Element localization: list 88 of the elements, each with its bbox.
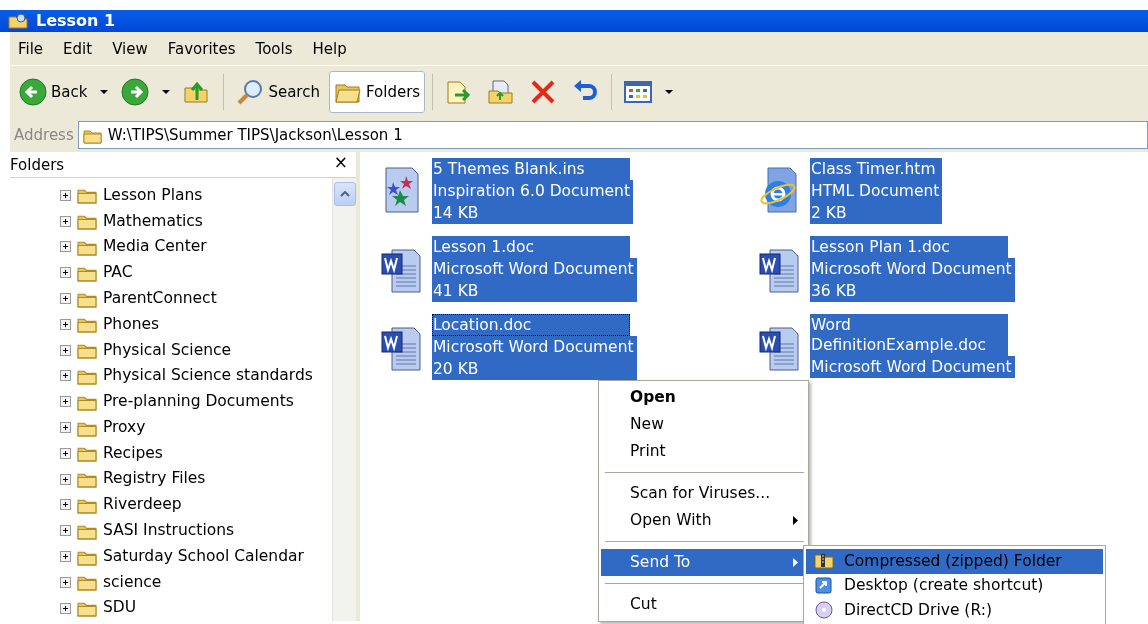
folder-label[interactable]: Physical Science [103, 338, 232, 362]
expand-icon[interactable] [60, 602, 71, 614]
folders-button[interactable]: Folders [328, 71, 426, 113]
expand-icon[interactable] [60, 189, 71, 201]
file-type: Microsoft Word Document [810, 258, 1015, 280]
file-size: 20 KB [432, 358, 637, 380]
file-name[interactable]: 5 Themes Blank.ins [432, 158, 630, 180]
menu-item[interactable]: Open [601, 384, 806, 411]
menu-item[interactable]: Edit [63, 38, 93, 65]
folder-label[interactable]: PAC [103, 261, 133, 285]
expand-icon[interactable] [60, 318, 71, 330]
menu-item[interactable]: View [112, 38, 148, 65]
expand-icon[interactable] [60, 473, 71, 485]
folder-label[interactable]: Media Center [103, 235, 207, 259]
folder-label[interactable]: SDU [103, 596, 137, 620]
folder-label[interactable]: Mathematics [103, 209, 203, 233]
search-button[interactable]: Search [231, 71, 325, 113]
menu-item[interactable]: Compressed (zipped) Folder [806, 549, 1103, 574]
folder-label[interactable]: ParentConnect [103, 286, 217, 311]
window-icon [8, 13, 28, 29]
file-size: 36 KB [810, 280, 1015, 302]
folder-label[interactable]: Riverdeep [103, 493, 182, 517]
menu-item[interactable]: DirectCD Drive (R:) [806, 598, 1103, 623]
expand-icon[interactable] [60, 525, 71, 537]
file-size: 14 KB [432, 202, 633, 224]
folder-label[interactable]: Phones [103, 312, 160, 336]
expand-icon[interactable] [60, 241, 71, 253]
pane-title: Folders [10, 155, 65, 176]
menu-item[interactable]: Help [312, 38, 347, 65]
file-type: Microsoft Word Document [432, 258, 637, 280]
menu-item[interactable]: Cut [601, 591, 806, 618]
menu-item[interactable]: Print [601, 438, 806, 465]
views-icon [624, 78, 653, 106]
file-name[interactable]: Word DefinitionExample.doc [810, 314, 1008, 356]
address-text: W:\TIPS\Summer TIPS\Jackson\Lesson 1 [107, 124, 403, 146]
caret-icon [100, 90, 109, 94]
folder-label[interactable]: SASI Instructions [103, 519, 235, 543]
menu-item[interactable]: Send To [601, 549, 806, 576]
folder-label[interactable]: Proxy [103, 415, 146, 440]
expand-icon[interactable] [60, 447, 71, 459]
search-icon [236, 78, 265, 106]
address-field[interactable]: W:\TIPS\Summer TIPS\Jackson\Lesson 1 [77, 121, 1148, 149]
menu-item[interactable]: New [601, 411, 806, 438]
close-button[interactable]: × [325, 154, 356, 171]
back-button[interactable]: Back [14, 71, 93, 113]
menu-item[interactable]: Desktop (create shortcut) [806, 573, 1103, 598]
shortcut-icon [814, 575, 834, 596]
expand-icon[interactable] [60, 396, 71, 408]
menu-item[interactable]: Scan for Viruses... [601, 480, 806, 507]
expand-icon[interactable] [60, 551, 71, 562]
folder-label[interactable]: Recipes [103, 441, 163, 465]
scrollbar[interactable] [332, 178, 356, 621]
folder-label[interactable]: science [103, 570, 162, 594]
expand-icon[interactable] [60, 576, 71, 588]
folder-label[interactable]: Physical Science standards [103, 364, 313, 388]
expand-icon[interactable] [60, 293, 71, 305]
file-size: 2 KB [810, 202, 943, 224]
expand-icon[interactable] [60, 215, 71, 227]
expand-icon[interactable] [60, 344, 71, 356]
folder-label[interactable]: Saturday School Calendar [103, 544, 304, 569]
file-type: Microsoft Word Document [432, 336, 637, 358]
disc-icon [814, 600, 834, 621]
caret-icon [162, 90, 171, 94]
caret-icon [665, 90, 674, 94]
folder-label[interactable]: Pre-planning Documents [103, 390, 294, 414]
menu-item[interactable]: File [18, 38, 44, 65]
file-name[interactable]: Lesson 1.doc [432, 236, 630, 258]
folder-label[interactable]: Registry Files [103, 467, 206, 491]
file-name[interactable]: Location.doc [432, 314, 630, 336]
folder-label[interactable]: Lesson Plans [103, 183, 203, 207]
expand-icon[interactable] [60, 499, 71, 511]
file-type: Inspiration 6.0 Document [432, 180, 633, 202]
expand-icon[interactable] [60, 422, 71, 433]
menu-item[interactable]: Favorites [167, 38, 236, 65]
expand-icon[interactable] [60, 267, 71, 279]
scroll-up-button[interactable] [334, 182, 356, 207]
window-title: Lesson 1 [36, 10, 116, 32]
expand-icon[interactable] [60, 370, 71, 382]
file-name[interactable]: Class Timer.htm [810, 158, 943, 180]
zipped-folder-icon [814, 551, 834, 572]
file-name[interactable]: Lesson Plan 1.doc [810, 236, 1008, 258]
file-type: Microsoft Word Document [810, 356, 1015, 378]
address-label: Address [13, 124, 75, 146]
menu-item[interactable]: Tools [255, 38, 293, 65]
menu-item[interactable]: Open With [601, 507, 806, 534]
file-type: HTML Document [810, 180, 943, 202]
copy-to-folder-icon [487, 78, 516, 106]
file-size: 41 KB [432, 280, 637, 302]
